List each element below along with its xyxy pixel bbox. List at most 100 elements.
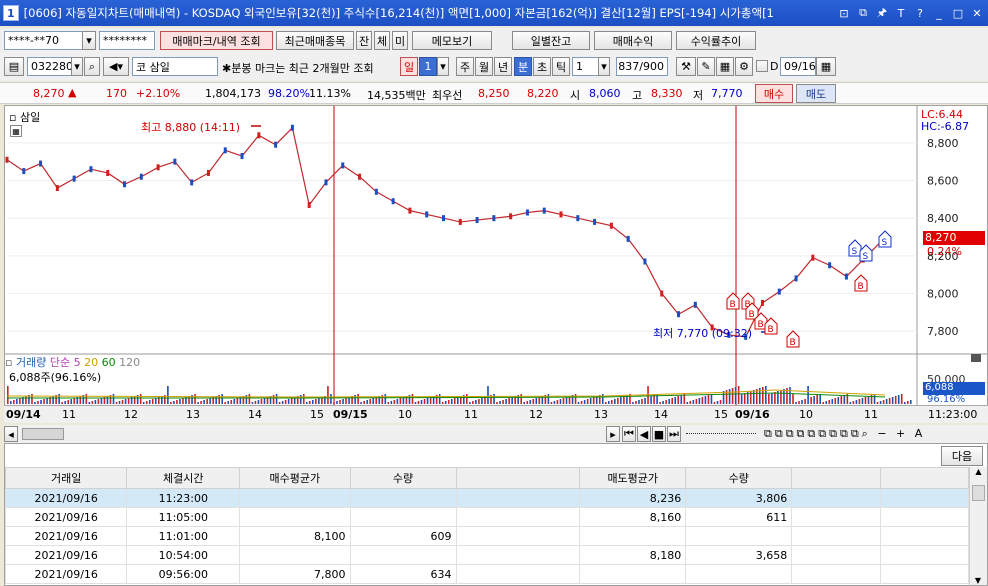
volume-bar (40, 400, 42, 404)
volume-bar (900, 394, 903, 404)
volume-bar (511, 397, 513, 404)
password-field[interactable]: ******** (99, 31, 155, 50)
volume-bar (472, 401, 474, 404)
date-checkbox[interactable] (756, 60, 768, 72)
volume-bar (206, 399, 208, 404)
executed-button[interactable]: 체 (374, 31, 390, 50)
volume-bar (118, 401, 121, 404)
sound-icon[interactable]: ◀▾ (103, 57, 129, 76)
trade-profit-button[interactable]: 매매수익 (594, 31, 672, 50)
price-chart-panel[interactable]: 8,800 8,600 8,400 8,200 8,000 7,800 B B B B B B B S S S… (4, 105, 988, 423)
tab-tick[interactable]: 틱 (552, 57, 570, 76)
grid-cell: 3,806 (685, 488, 793, 508)
unexecuted-button[interactable]: 미 (392, 31, 408, 50)
rewind-icon[interactable]: ⏮ (622, 426, 636, 442)
maximize-icon[interactable]: □ (951, 6, 965, 20)
stop-icon[interactable]: ■ (652, 426, 666, 442)
price-bar (358, 173, 362, 180)
account-select[interactable]: ****-**70 (4, 31, 94, 50)
tab-minute[interactable]: 분 (514, 57, 532, 76)
grid-cell: 2021/09/16 (4, 526, 128, 546)
minimize-icon[interactable]: _ (932, 6, 946, 20)
chevron-down-icon[interactable]: ▾ (82, 31, 96, 50)
layout-icon[interactable]: ▤ (4, 57, 24, 76)
grid-scroll-thumb[interactable] (972, 485, 985, 501)
link-icon[interactable]: ⊡ (837, 6, 851, 20)
volume-bar (903, 402, 906, 404)
volume-bar (387, 402, 390, 404)
period-day-tab[interactable]: 일 (400, 57, 418, 76)
forward-icon[interactable]: ⏭ (667, 426, 681, 442)
grid-scrollbar[interactable]: ▲ ▼ (969, 467, 987, 585)
chevron-down-icon[interactable]: ▾ (437, 57, 449, 76)
bar-count-field[interactable]: 837/900 (616, 57, 668, 76)
play-back-icon[interactable]: ◀ (637, 426, 651, 442)
help-icon[interactable]: ? (913, 6, 927, 20)
volume-bar (873, 394, 876, 404)
grid-cell (791, 488, 881, 508)
font-icon[interactable]: T (894, 6, 908, 20)
search-icon[interactable]: ⌕ (84, 57, 100, 76)
volume-bar (7, 386, 9, 404)
gear-icon[interactable]: ⚙ (735, 57, 753, 76)
table-row[interactable]: 2021/09/16 11:01:00 8,100 609 (4, 526, 970, 546)
minute-mark-note: ✱분봉 마크는 최근 2개월만 조회 (222, 62, 374, 75)
tab-year[interactable]: 년 (494, 57, 512, 76)
chevron-down-icon[interactable]: ▾ (598, 57, 610, 76)
memo-button[interactable]: 메모보기 (412, 31, 492, 50)
price-bar (643, 258, 647, 265)
tab-second[interactable]: 초 (533, 57, 551, 76)
volume-bar (58, 394, 60, 404)
table-row[interactable]: 2021/09/16 09:56:00 7,800 634 (4, 564, 970, 584)
daily-balance-button[interactable]: 일별잔고 (512, 31, 590, 50)
volume-bar (674, 397, 677, 404)
volume-bar (124, 399, 127, 404)
period-number-select[interactable]: 1 (419, 57, 437, 76)
chart-tools-icon[interactable]: ⚒ (676, 57, 696, 76)
scroll-right-icon[interactable]: ▸ (606, 426, 620, 442)
table-row[interactable]: 2021/09/16 11:05:00 8,160 611 (4, 507, 970, 527)
buy-button[interactable]: 매수 (755, 84, 793, 103)
grid-cell (579, 526, 687, 546)
table-row[interactable]: 2021/09/16 10:54:00 8,180 3,658 (4, 545, 970, 565)
volume-bar (565, 397, 568, 404)
stock-name-field[interactable]: 코 삼일 (132, 57, 218, 76)
trade-history-grid: 다음 거래일 체결시간 매수평균가 수량 매도평균가 수량 2021/09/16 11:23… (4, 443, 988, 586)
volume-bar (704, 396, 707, 404)
copy-window-icon[interactable]: ⧉ (856, 6, 870, 20)
balance-button[interactable]: 잔 (356, 31, 372, 50)
volume-bar (601, 394, 604, 404)
volume-bar (384, 394, 387, 404)
scroll-thumb[interactable] (22, 428, 64, 440)
volume-bar (13, 400, 15, 404)
volume-bar (203, 400, 205, 404)
table-row[interactable]: 2021/09/16 11:23:00 8,236 3,806 (4, 488, 970, 508)
draw-icon[interactable]: ✎ (697, 57, 715, 76)
return-trend-button[interactable]: 수익률추이 (676, 31, 756, 50)
calendar-icon[interactable]: ▦ (816, 57, 836, 76)
volume-bar (318, 398, 320, 404)
trade-marks-button[interactable]: 매매마크/내역 조회 (160, 31, 273, 50)
chart-option-icons[interactable]: ⧉⧉⧉⧉⧉⧉⧉⧉⧉⌕ − + A (764, 427, 925, 441)
tab-month[interactable]: 월 (475, 57, 493, 76)
scroll-left-icon[interactable]: ◂ (4, 426, 18, 442)
volume-bar (360, 402, 362, 404)
next-page-button[interactable]: 다음 (941, 446, 983, 466)
table-icon[interactable]: ▦ (10, 125, 22, 137)
grid-icon[interactable]: ▦ (716, 57, 734, 76)
volume-bar (79, 396, 82, 404)
panel-resize-icon[interactable] (971, 354, 981, 362)
sell-button[interactable]: 매도 (796, 84, 836, 103)
volume-bar (475, 400, 477, 404)
scroll-up-icon[interactable]: ▲ (970, 467, 987, 483)
zoom-slider[interactable] (686, 433, 756, 435)
price-chart-svg[interactable]: 8,8008,6008,4008,2008,0007,800B BBB BBBS SS (5, 106, 988, 406)
recent-trades-button[interactable]: 최근매매종목 (276, 31, 354, 50)
scroll-down-icon[interactable]: ▼ (970, 576, 986, 585)
tab-week[interactable]: 주 (456, 57, 474, 76)
volume-bar (762, 387, 764, 404)
chevron-down-icon[interactable]: ▾ (71, 57, 83, 76)
pin-icon[interactable]: 🖈 (875, 6, 889, 20)
date-field[interactable]: 09/16 (780, 57, 816, 76)
close-icon[interactable]: ✕ (970, 6, 984, 20)
